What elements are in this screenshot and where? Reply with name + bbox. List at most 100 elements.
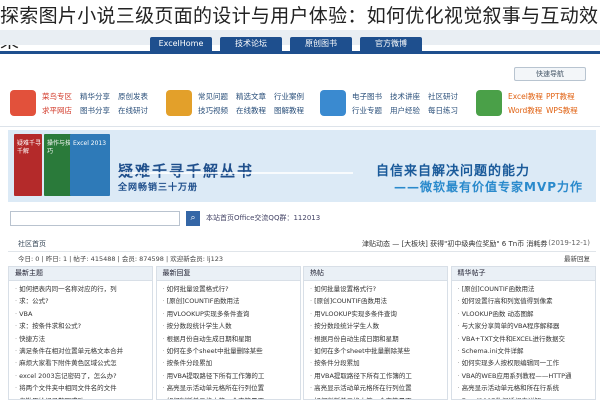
menu-group: Excel教程 PPT教程 Word教程 WPS教程 xyxy=(476,86,600,126)
column-title: 热帖 xyxy=(304,267,447,281)
list-item[interactable]: 高亮显示活动单元格所在行列位置 xyxy=(310,382,447,394)
nav-tab[interactable]: 原创图书 xyxy=(290,37,352,51)
list-item[interactable]: [原创]COUNTIF函数用法 xyxy=(163,295,300,307)
nav-tab[interactable]: 技术论坛 xyxy=(220,37,282,51)
search-input[interactable] xyxy=(10,211,180,226)
nav-tab[interactable]: 官方微博 xyxy=(360,37,422,51)
list-item[interactable]: excel 2003忘记密码了，怎么办? xyxy=(15,370,152,382)
menu-item[interactable]: 精选文章 xyxy=(236,92,266,102)
list-item[interactable]: 按分数段统计学生人数 xyxy=(310,320,447,332)
list-item[interactable]: VBA+TXT文件和EXCEL进行数据交 xyxy=(458,333,595,345)
icon-menu: 菜鸟专区 精华分享 原创发表 求平网店 图书分享 在线研讨 常见问题 精选文章 行业案例 技巧视频… xyxy=(0,86,600,127)
list-item[interactable]: 求：按条件求和公式? xyxy=(15,320,152,332)
menu-item[interactable]: PPT教程 xyxy=(546,92,575,102)
list-item[interactable]: VBA的WEB应用系列教程——HTTP通 xyxy=(458,370,595,382)
list-item[interactable]: 如何判断单元格中第一个字符是否 xyxy=(163,395,300,399)
list-item[interactable]: 根据月份自动生成日期和星期 xyxy=(163,333,300,345)
list-item[interactable]: 麻烦大家看下附件黄色区域公式怎 xyxy=(15,357,152,369)
column-title-text: 最新回复 xyxy=(162,269,191,277)
book-cover-2[interactable]: 操作与技巧 xyxy=(44,134,72,196)
list-item[interactable]: 如何设置行高和列宽值得到像素 xyxy=(458,295,595,307)
list-item[interactable]: 与大家分享简单的VBA程序解释器 xyxy=(458,320,595,332)
search-icon[interactable]: ⌕ xyxy=(186,211,200,226)
column-title: 最新主题 xyxy=(9,267,152,281)
forum-stats: 今日: 0 | 昨日: 1 | 帖子: 415488 | 会员: 874598 … xyxy=(18,255,223,263)
list-item[interactable]: 如何把表内同一名称对应的行，列 xyxy=(15,283,152,295)
list-item[interactable]: 如何实现多人按权限编辑同一工作 xyxy=(458,357,595,369)
menu-item[interactable]: 求平网店 xyxy=(42,106,72,116)
banner-slogan: 疑难千寻千解丛书 xyxy=(118,162,255,180)
list-item[interactable]: 如何批量设置格式行? xyxy=(310,283,447,295)
list-item[interactable]: 高亮显示活动单元格和所在行系统 xyxy=(458,382,595,394)
menu-item[interactable]: 图书分享 xyxy=(80,106,110,116)
list-item[interactable]: 高亮显示活动单元格所在行列位置 xyxy=(163,382,300,394)
banner-right-title: 自信来自解决问题的能力 xyxy=(376,164,531,179)
banner-right-subtitle: ——微软最有价值专家MVP力作 xyxy=(394,180,584,194)
list-item[interactable]: 求：公式? xyxy=(15,295,152,307)
topic-column: 热帖如何批量设置格式行?[原创]COUNTIF函数用法用VLOOKUP实现多条件… xyxy=(303,266,448,400)
book-cover-3[interactable]: Excel 2013 xyxy=(70,134,110,196)
list-item[interactable]: 用VBA提取路径下所有工作簿的工 xyxy=(310,370,447,382)
nav-tab[interactable]: ExcelHome xyxy=(150,37,212,51)
topic-column: 最新主题如何把表内同一名称对应的行，列求：公式?VBA求：按条件求和公式?快捷方… xyxy=(8,266,153,400)
topic-column: 精华帖子 [原创]COUNTIF函数用法如何设置行高和列宽值得到像素VLOOKUP… xyxy=(450,266,596,400)
topic-column: 最新回复如何批量设置格式行?[原创]COUNTIF函数用法用VLOOKUP实现多… xyxy=(155,266,301,400)
list-item[interactable]: 按条件分段累加 xyxy=(163,357,300,369)
list-item[interactable]: 用VLOOKUP实现多条件查询 xyxy=(310,308,447,320)
hot-icon xyxy=(10,90,36,116)
quick-nav-button[interactable]: 快速导航 xyxy=(514,67,586,81)
list-item[interactable]: VBA xyxy=(15,308,152,320)
menu-group: 常见问题 精选文章 行业案例技巧视频 在线教程 图解教程 xyxy=(166,86,306,126)
latest-reply-link[interactable]: 最新回复 xyxy=(564,253,590,263)
menu-item[interactable]: 行业专题 xyxy=(352,106,382,116)
menu-item[interactable]: 技术讲座 xyxy=(390,92,420,102)
list-item[interactable]: 用VLOOKUP实现多条件查询 xyxy=(163,308,300,320)
banner-subslogan: 全网畅销三十万册 xyxy=(118,183,199,193)
book-icon xyxy=(476,90,502,116)
moderator-notice[interactable]: 津贴动态 — [大板块] 获得"初中级典位奖励" 6 Tn币 消耗券 xyxy=(362,239,547,249)
menu-item[interactable]: 菜鸟专区 xyxy=(42,92,72,102)
menu-item[interactable]: 社区研讨 xyxy=(428,92,458,102)
breadcrumb-home[interactable]: 社区首页 xyxy=(18,239,46,249)
list-item[interactable]: 将两个文件夹中相同文件名的文件 xyxy=(15,382,152,394)
book-cover-1[interactable]: 疑难千寻千解 xyxy=(14,134,42,196)
menu-item[interactable]: 每日练习 xyxy=(428,106,458,116)
menu-item[interactable]: 在线研讨 xyxy=(118,106,148,116)
list-item[interactable]: Excel2007数据透视表详解 xyxy=(458,395,595,399)
list-item[interactable]: 如何在多个sheet中批量删除某些 xyxy=(163,345,300,357)
menu-item[interactable]: WPS教程 xyxy=(546,106,578,116)
list-item[interactable]: 用VBA提取路径下所有工作簿的工 xyxy=(163,370,300,382)
menu-item[interactable]: 常见问题 xyxy=(198,92,228,102)
list-item[interactable]: 满足条件在相对位置单元格文本合并 xyxy=(15,345,152,357)
list-item[interactable]: [原创]COUNTIF函数用法 xyxy=(310,295,447,307)
list-item[interactable]: 按分数段统计学生人数 xyxy=(163,320,300,332)
breadcrumb: 社区首页 津贴动态 — [大板块] 获得"初中级典位奖励" 6 Tn币 消耗券 … xyxy=(8,237,596,252)
menu-item[interactable]: 电子图书 xyxy=(352,92,382,102)
stat-bar: 今日: 0 | 昨日: 1 | 帖子: 415488 | 会员: 874598 … xyxy=(8,252,596,264)
menu-item[interactable]: 在线教程 xyxy=(236,106,266,116)
menu-item[interactable]: Word教程 xyxy=(508,106,542,116)
banner[interactable]: 疑难千寻千解 操作与技巧 Excel 2013 疑难千寻千解丛书 全网畅销三十万… xyxy=(8,130,596,202)
menu-item[interactable]: Excel教程 xyxy=(508,92,543,102)
list-item[interactable]: 考勤原始记录整理求助 xyxy=(15,395,152,399)
list-item[interactable]: 如何批量设置格式行? xyxy=(163,283,300,295)
list-item[interactable]: 快捷方法 xyxy=(15,333,152,345)
menu-group: 菜鸟专区 精华分享 原创发表求平网店 图书分享 在线研讨 xyxy=(10,86,150,126)
menu-item[interactable]: 原创发表 xyxy=(118,92,148,102)
menu-item[interactable]: 用户经验 xyxy=(390,106,420,116)
film-icon xyxy=(166,90,192,116)
list-item[interactable]: Schema.ini文件详解 xyxy=(458,345,595,357)
search-note: 本站首页Office交流QQ群：112013 xyxy=(206,214,321,222)
menu-item[interactable]: 技巧视频 xyxy=(198,106,228,116)
column-title: 最新回复 xyxy=(156,267,300,281)
list-item[interactable]: 如何判断单元格中第一个字符是否 xyxy=(310,395,447,399)
list-item[interactable]: VLOOKUP函数 动态图解 xyxy=(458,308,595,320)
menu-item[interactable]: 精华分享 xyxy=(80,92,110,102)
list-item[interactable]: [原创]COUNTIF函数用法 xyxy=(458,283,595,295)
menu-item[interactable]: 图解教程 xyxy=(274,106,304,116)
list-item[interactable]: 如何在多个sheet中批量删除某些 xyxy=(310,345,447,357)
list-item[interactable]: 根据月份自动生成日期和星期 xyxy=(310,333,447,345)
list-item[interactable]: 按条件分段累加 xyxy=(310,357,447,369)
menu-item[interactable]: 行业案例 xyxy=(274,92,304,102)
banner-swoosh xyxy=(118,172,353,174)
